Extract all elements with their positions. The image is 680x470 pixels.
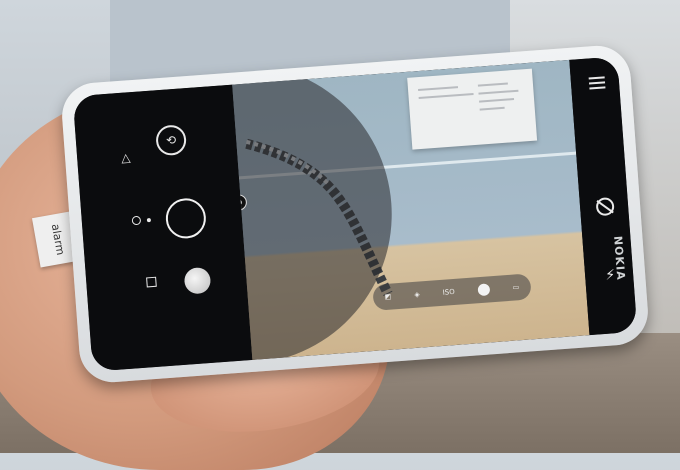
shutter-button[interactable] xyxy=(164,196,208,240)
paper-line xyxy=(479,106,505,111)
square-icon[interactable] xyxy=(146,276,157,288)
triangle-icon[interactable]: △ xyxy=(121,150,131,165)
camera-viewfinder[interactable]: m ◩ ◈ ISO ▭ xyxy=(232,59,590,360)
paper-line xyxy=(479,98,515,103)
brand-logo: NOKIA xyxy=(611,235,628,281)
mode-dot-filled xyxy=(146,217,151,222)
photo-scene: alarm △ ⟲ ◩ ◈ ISO ▭ ⚡ NOKIA xyxy=(0,0,680,470)
paper-line xyxy=(418,86,459,92)
paper-line xyxy=(477,82,508,87)
iso-label[interactable]: ISO xyxy=(442,288,455,297)
mode-dot-outline xyxy=(131,215,142,226)
camera-left-controls: △ ⟲ xyxy=(72,84,253,372)
paper-line xyxy=(418,92,474,100)
menu-icon[interactable] xyxy=(588,73,606,92)
gallery-thumbnail[interactable] xyxy=(183,266,212,295)
mode-dots[interactable] xyxy=(131,215,152,226)
alarm-tag-label: alarm xyxy=(48,222,68,256)
timer-off-icon[interactable] xyxy=(595,197,615,217)
shutter-speed-icon[interactable]: ▭ xyxy=(512,283,519,291)
switch-camera-icon[interactable]: ⟲ xyxy=(155,124,188,157)
focus-selected-icon[interactable] xyxy=(477,283,491,297)
smartphone: △ ⟲ ◩ ◈ ISO ▭ ⚡ NOKIA xyxy=(59,43,651,385)
paper-line xyxy=(478,89,519,95)
manual-dial[interactable]: m xyxy=(232,59,403,360)
white-balance-icon[interactable]: ◈ xyxy=(414,290,420,298)
exposure-icon[interactable]: ◩ xyxy=(384,293,391,301)
phone-screen: △ ⟲ ◩ ◈ ISO ▭ ⚡ NOKIA xyxy=(72,56,638,372)
